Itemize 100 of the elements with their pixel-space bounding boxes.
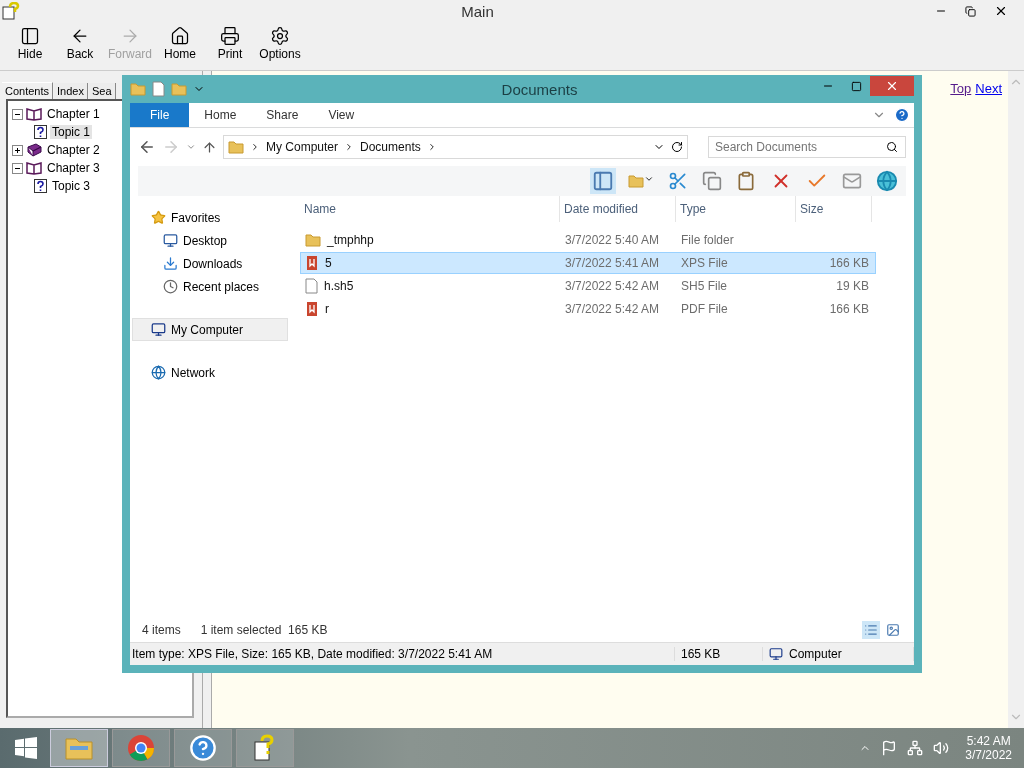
help-page-icon xyxy=(34,179,47,193)
caret-icon xyxy=(644,174,654,184)
details-view-button[interactable] xyxy=(862,621,880,639)
refresh-icon[interactable] xyxy=(671,141,683,153)
clock[interactable]: 5:42 AM 3/7/2022 xyxy=(959,734,1018,762)
column-header[interactable]: Type xyxy=(676,196,796,222)
file-name: 5 xyxy=(325,256,332,270)
copy-button[interactable] xyxy=(700,169,724,193)
tree-item[interactable]: Chapter 3 xyxy=(45,161,102,175)
help-icon[interactable] xyxy=(894,107,910,123)
file-row[interactable]: 5 3/7/2022 5:41 AM XPS File 166 KB xyxy=(300,252,876,274)
clipboard-icon xyxy=(736,171,756,191)
toolbar-button[interactable]: Options xyxy=(258,24,302,63)
plus-icon xyxy=(14,146,21,154)
help-page-icon xyxy=(34,125,47,139)
nav-link[interactable]: Next xyxy=(975,81,1002,103)
preview-pane-button[interactable] xyxy=(590,168,616,194)
file-icon xyxy=(305,278,318,294)
shell-button[interactable] xyxy=(874,168,900,194)
up-icon[interactable] xyxy=(202,139,217,155)
nav-item[interactable]: Network xyxy=(132,361,288,384)
window-title: Main xyxy=(460,2,495,20)
toolbar-button[interactable]: Back xyxy=(58,24,102,63)
tree-item[interactable]: Topic 1 xyxy=(50,125,93,139)
large-icons-button[interactable] xyxy=(884,621,902,639)
ribbon-tab[interactable]: File xyxy=(130,103,190,127)
nav-item[interactable]: Recent places xyxy=(132,275,288,298)
file-name: _tmphhp xyxy=(327,233,374,247)
address-bar[interactable]: My Computer Documents xyxy=(223,135,688,159)
close-icon[interactable] xyxy=(994,4,1008,18)
taskbar-app[interactable] xyxy=(236,729,294,767)
table-cell-text: PDF File xyxy=(680,302,729,316)
table-cell-text: 3/7/2022 5:41 AM xyxy=(564,256,661,270)
panel-icon xyxy=(592,170,614,192)
chrome-icon xyxy=(127,734,155,762)
open-book-icon xyxy=(26,107,42,121)
tab[interactable]: Index xyxy=(54,83,88,99)
file-row[interactable]: _tmphhp 3/7/2022 5:40 AM File folder xyxy=(300,229,876,251)
nav-item[interactable]: My Computer xyxy=(132,318,288,341)
open-book-icon xyxy=(26,161,42,175)
folder-icon xyxy=(305,233,321,247)
speaker-icon[interactable] xyxy=(933,740,950,756)
table-cell-text: 3/7/2022 5:42 AM xyxy=(564,279,661,293)
taskbar-app[interactable] xyxy=(174,729,232,767)
tab[interactable]: Sea xyxy=(88,83,116,99)
help-icon xyxy=(189,734,217,762)
table-cell-text: File folder xyxy=(680,233,735,247)
list-icon xyxy=(864,623,878,637)
nav-item[interactable]: Desktop xyxy=(132,229,288,252)
nav-link[interactable]: Top xyxy=(950,81,972,103)
envelope-icon xyxy=(842,171,862,191)
toolbar-button[interactable]: Hide xyxy=(8,24,52,63)
closed-book-icon xyxy=(26,143,42,157)
back-icon[interactable] xyxy=(138,138,156,156)
folder-icon xyxy=(228,140,244,154)
clock-icon xyxy=(163,279,178,294)
network-icon[interactable] xyxy=(907,740,924,756)
restore-icon[interactable] xyxy=(965,5,976,17)
toolbar-button[interactable]: Print xyxy=(208,24,252,63)
taskbar-app[interactable] xyxy=(112,729,170,767)
windows-logo-icon xyxy=(15,737,37,759)
file-row[interactable]: h.sh5 3/7/2022 5:42 AM SH5 File 19 KB xyxy=(300,275,876,297)
desktop-icon xyxy=(163,233,178,248)
folder-icon xyxy=(130,82,146,96)
table-cell-text: 3/7/2022 5:40 AM xyxy=(564,233,661,247)
file-row[interactable]: r 3/7/2022 5:42 AM PDF File 166 KB xyxy=(300,298,876,320)
breadcrumb-item[interactable]: My Computer xyxy=(266,140,339,154)
breadcrumb-item[interactable]: Documents xyxy=(360,140,421,154)
selection-info: 1 item selected 165 KB xyxy=(200,623,328,637)
tree-item[interactable]: Chapter 1 xyxy=(45,107,102,121)
close-icon xyxy=(885,79,899,93)
collapse-icon[interactable] xyxy=(12,108,23,120)
nav-item[interactable]: Downloads xyxy=(132,252,288,275)
computer-icon xyxy=(151,322,166,337)
toolbar-button[interactable]: Home xyxy=(158,24,202,63)
star-icon xyxy=(151,210,166,225)
search-field[interactable]: Search Documents xyxy=(708,136,906,158)
file-name: h.sh5 xyxy=(324,279,354,293)
tree-item[interactable]: Chapter 2 xyxy=(45,143,102,157)
folder-icon xyxy=(628,174,644,188)
table-cell-text: XPS File xyxy=(680,256,729,270)
tab[interactable]: Contents xyxy=(2,82,54,99)
print-icon xyxy=(220,26,240,46)
column-header[interactable]: Date modified xyxy=(560,196,676,222)
column-header[interactable]: Name xyxy=(300,196,560,222)
details-size: 165 KB xyxy=(675,647,763,661)
file-icon xyxy=(152,81,165,97)
tree-item[interactable]: Topic 3 xyxy=(50,179,93,193)
table-cell-text: SH5 File xyxy=(680,279,728,293)
expand-icon[interactable] xyxy=(12,144,23,156)
column-header[interactable]: Size xyxy=(796,196,872,222)
chevron-icon[interactable] xyxy=(250,142,260,152)
collapse-icon[interactable] xyxy=(12,162,23,174)
nav-item[interactable]: Favorites xyxy=(132,206,288,229)
folder-icon xyxy=(171,82,187,96)
location-text: Computer xyxy=(789,647,842,661)
details-text: Item type: XPS File, Size: 165 KB, Date modified: 3/7/2022 5:41 AM xyxy=(130,647,675,661)
recent-locations-icon[interactable] xyxy=(186,142,196,152)
hide-icon xyxy=(20,26,40,46)
flag-icon[interactable] xyxy=(881,740,898,756)
